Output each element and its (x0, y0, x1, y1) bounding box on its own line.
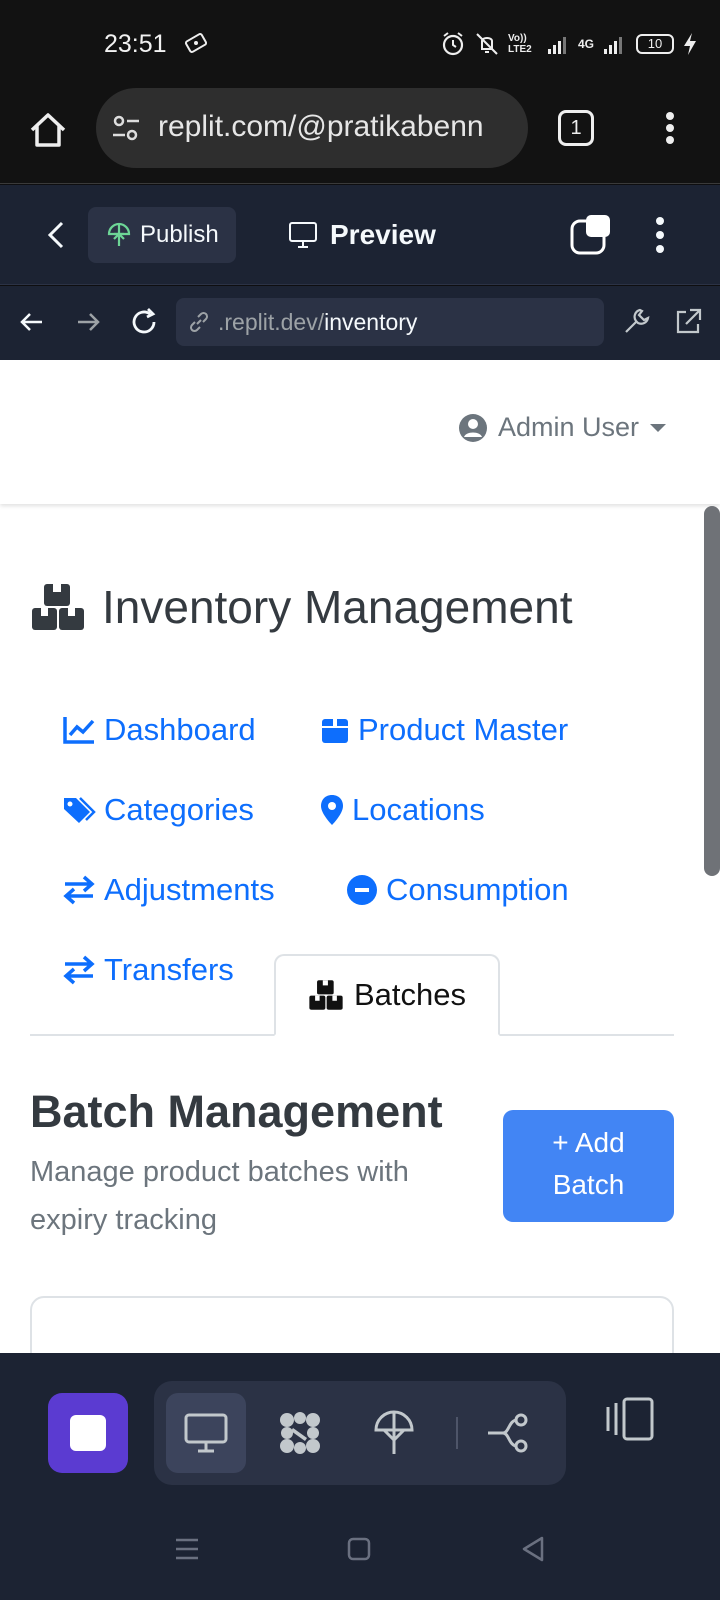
monitor-icon (184, 1413, 228, 1453)
recent-apps-icon[interactable] (170, 1532, 204, 1566)
git-branch-icon (488, 1413, 528, 1453)
caret-down-icon (650, 423, 667, 432)
nav-dashboard[interactable]: Dashboard (62, 712, 256, 748)
layout-panel-icon[interactable] (604, 1393, 660, 1449)
section-subtitle: Manage product batches with expiry track… (30, 1156, 409, 1236)
tab-preview[interactable]: Preview (288, 207, 436, 263)
status-icons: Vo)) LTE2 4G 10 (440, 30, 698, 58)
battery-icon: 10 (636, 34, 674, 54)
add-batch-label-line1: + Add (552, 1127, 625, 1158)
nav-locations-label: Locations (352, 792, 485, 827)
forward-arrow-icon[interactable] (72, 306, 104, 338)
screen-record-icon (184, 33, 208, 53)
replit-toolbar: Publish Preview (0, 185, 720, 285)
mute-icon (476, 33, 498, 55)
git-tool-button[interactable] (468, 1393, 548, 1473)
more-options-icon[interactable] (650, 213, 670, 257)
tab-batches[interactable]: Batches (274, 954, 500, 1036)
nav-dashboard-label: Dashboard (104, 712, 256, 747)
back-arrow-icon[interactable] (16, 306, 48, 338)
tool-divider (456, 1417, 458, 1449)
section-title: Batch Management (30, 1086, 443, 1137)
tab-switcher-button[interactable]: 1 (558, 110, 594, 146)
browser-toolbar: replit.com/@pratikabenn 1 (0, 88, 720, 184)
publish-button[interactable]: Publish (88, 207, 236, 263)
exchange-icon (63, 875, 95, 905)
charging-icon (684, 33, 696, 55)
open-external-icon[interactable] (672, 306, 704, 338)
nav-adjustments-label: Adjustments (104, 872, 275, 907)
preview-tool-button[interactable] (166, 1393, 246, 1473)
nav-transfers-label: Transfers (104, 952, 234, 987)
scrollbar[interactable] (704, 506, 720, 876)
volte-label: Vo)) LTE2 (507, 33, 532, 55)
deploy-icon (374, 1410, 414, 1454)
signal-icon (547, 37, 566, 54)
nav-consumption[interactable]: Consumption (346, 872, 569, 908)
nav-product-master[interactable]: Product Master (320, 712, 568, 748)
preview-label: Preview (330, 219, 436, 250)
replit-bottom-bar (0, 1353, 720, 1506)
home-icon[interactable] (26, 108, 70, 152)
batch-card (30, 1296, 674, 1353)
nav-consumption-label: Consumption (386, 872, 569, 907)
app-viewport: Admin User Inventory Management Dashboar… (0, 360, 720, 1353)
back-chevron-icon[interactable] (40, 215, 72, 255)
wrench-icon[interactable] (620, 306, 652, 338)
agent-tool-button[interactable] (260, 1393, 340, 1473)
monitor-icon (289, 222, 317, 248)
nav-adjustments[interactable]: Adjustments (62, 872, 275, 908)
status-bar: 23:51 Vo)) LTE2 4G 10 (0, 0, 720, 88)
box-icon (322, 719, 348, 743)
url-path: inventory (324, 308, 418, 335)
windows-icon[interactable] (570, 213, 614, 257)
home-nav-icon[interactable] (342, 1532, 376, 1566)
site-settings-icon[interactable] (110, 112, 142, 144)
boxes-icon (309, 980, 343, 1010)
signal-icon-2 (604, 37, 622, 54)
nav-categories[interactable]: Categories (62, 792, 254, 828)
add-batch-label-line2: Batch (552, 1169, 625, 1200)
alarm-icon (442, 32, 464, 56)
webview-url-field[interactable]: .replit.dev/inventory (176, 298, 604, 346)
publish-icon (107, 222, 131, 246)
stop-button[interactable] (48, 1393, 128, 1473)
url-domain: .replit.dev/ (218, 308, 325, 335)
nav-categories-label: Categories (104, 792, 254, 827)
page-title: Inventory Management (30, 580, 573, 634)
nav-transfers[interactable]: Transfers (62, 952, 234, 988)
browser-menu-icon[interactable] (658, 108, 682, 148)
tool-switcher (154, 1381, 566, 1485)
map-pin-icon (321, 795, 343, 825)
exchange-icon (63, 955, 95, 985)
nav-product-master-label: Product Master (358, 712, 569, 747)
link-icon (189, 311, 209, 333)
user-name: Admin User (498, 412, 640, 442)
user-menu[interactable]: Admin User (458, 412, 667, 443)
tags-icon (64, 797, 96, 823)
reload-icon[interactable] (128, 306, 160, 338)
address-text: replit.com/@pratikabenn (158, 110, 484, 143)
publish-label: Publish (140, 221, 219, 248)
app-header: Admin User (0, 360, 720, 504)
minus-circle-icon (347, 875, 377, 905)
network-type-label: 4G (577, 36, 594, 51)
add-batch-button[interactable]: + Add Batch (503, 1110, 674, 1222)
chart-line-icon (63, 717, 95, 744)
deploy-tool-button[interactable] (354, 1393, 434, 1473)
back-nav-icon[interactable] (516, 1532, 550, 1566)
system-nav-bar (0, 1500, 720, 1600)
page-title-text: Inventory Management (102, 581, 573, 633)
nav-locations[interactable]: Locations (320, 792, 485, 828)
webview-toolbar: .replit.dev/inventory (0, 286, 720, 360)
agent-icon (280, 1412, 320, 1454)
status-time: 23:51 (104, 30, 167, 58)
user-circle-icon (459, 413, 487, 442)
address-bar[interactable]: replit.com/@pratikabenn (96, 88, 528, 168)
boxes-icon (32, 584, 84, 630)
tab-batches-label: Batches (353, 977, 466, 1012)
